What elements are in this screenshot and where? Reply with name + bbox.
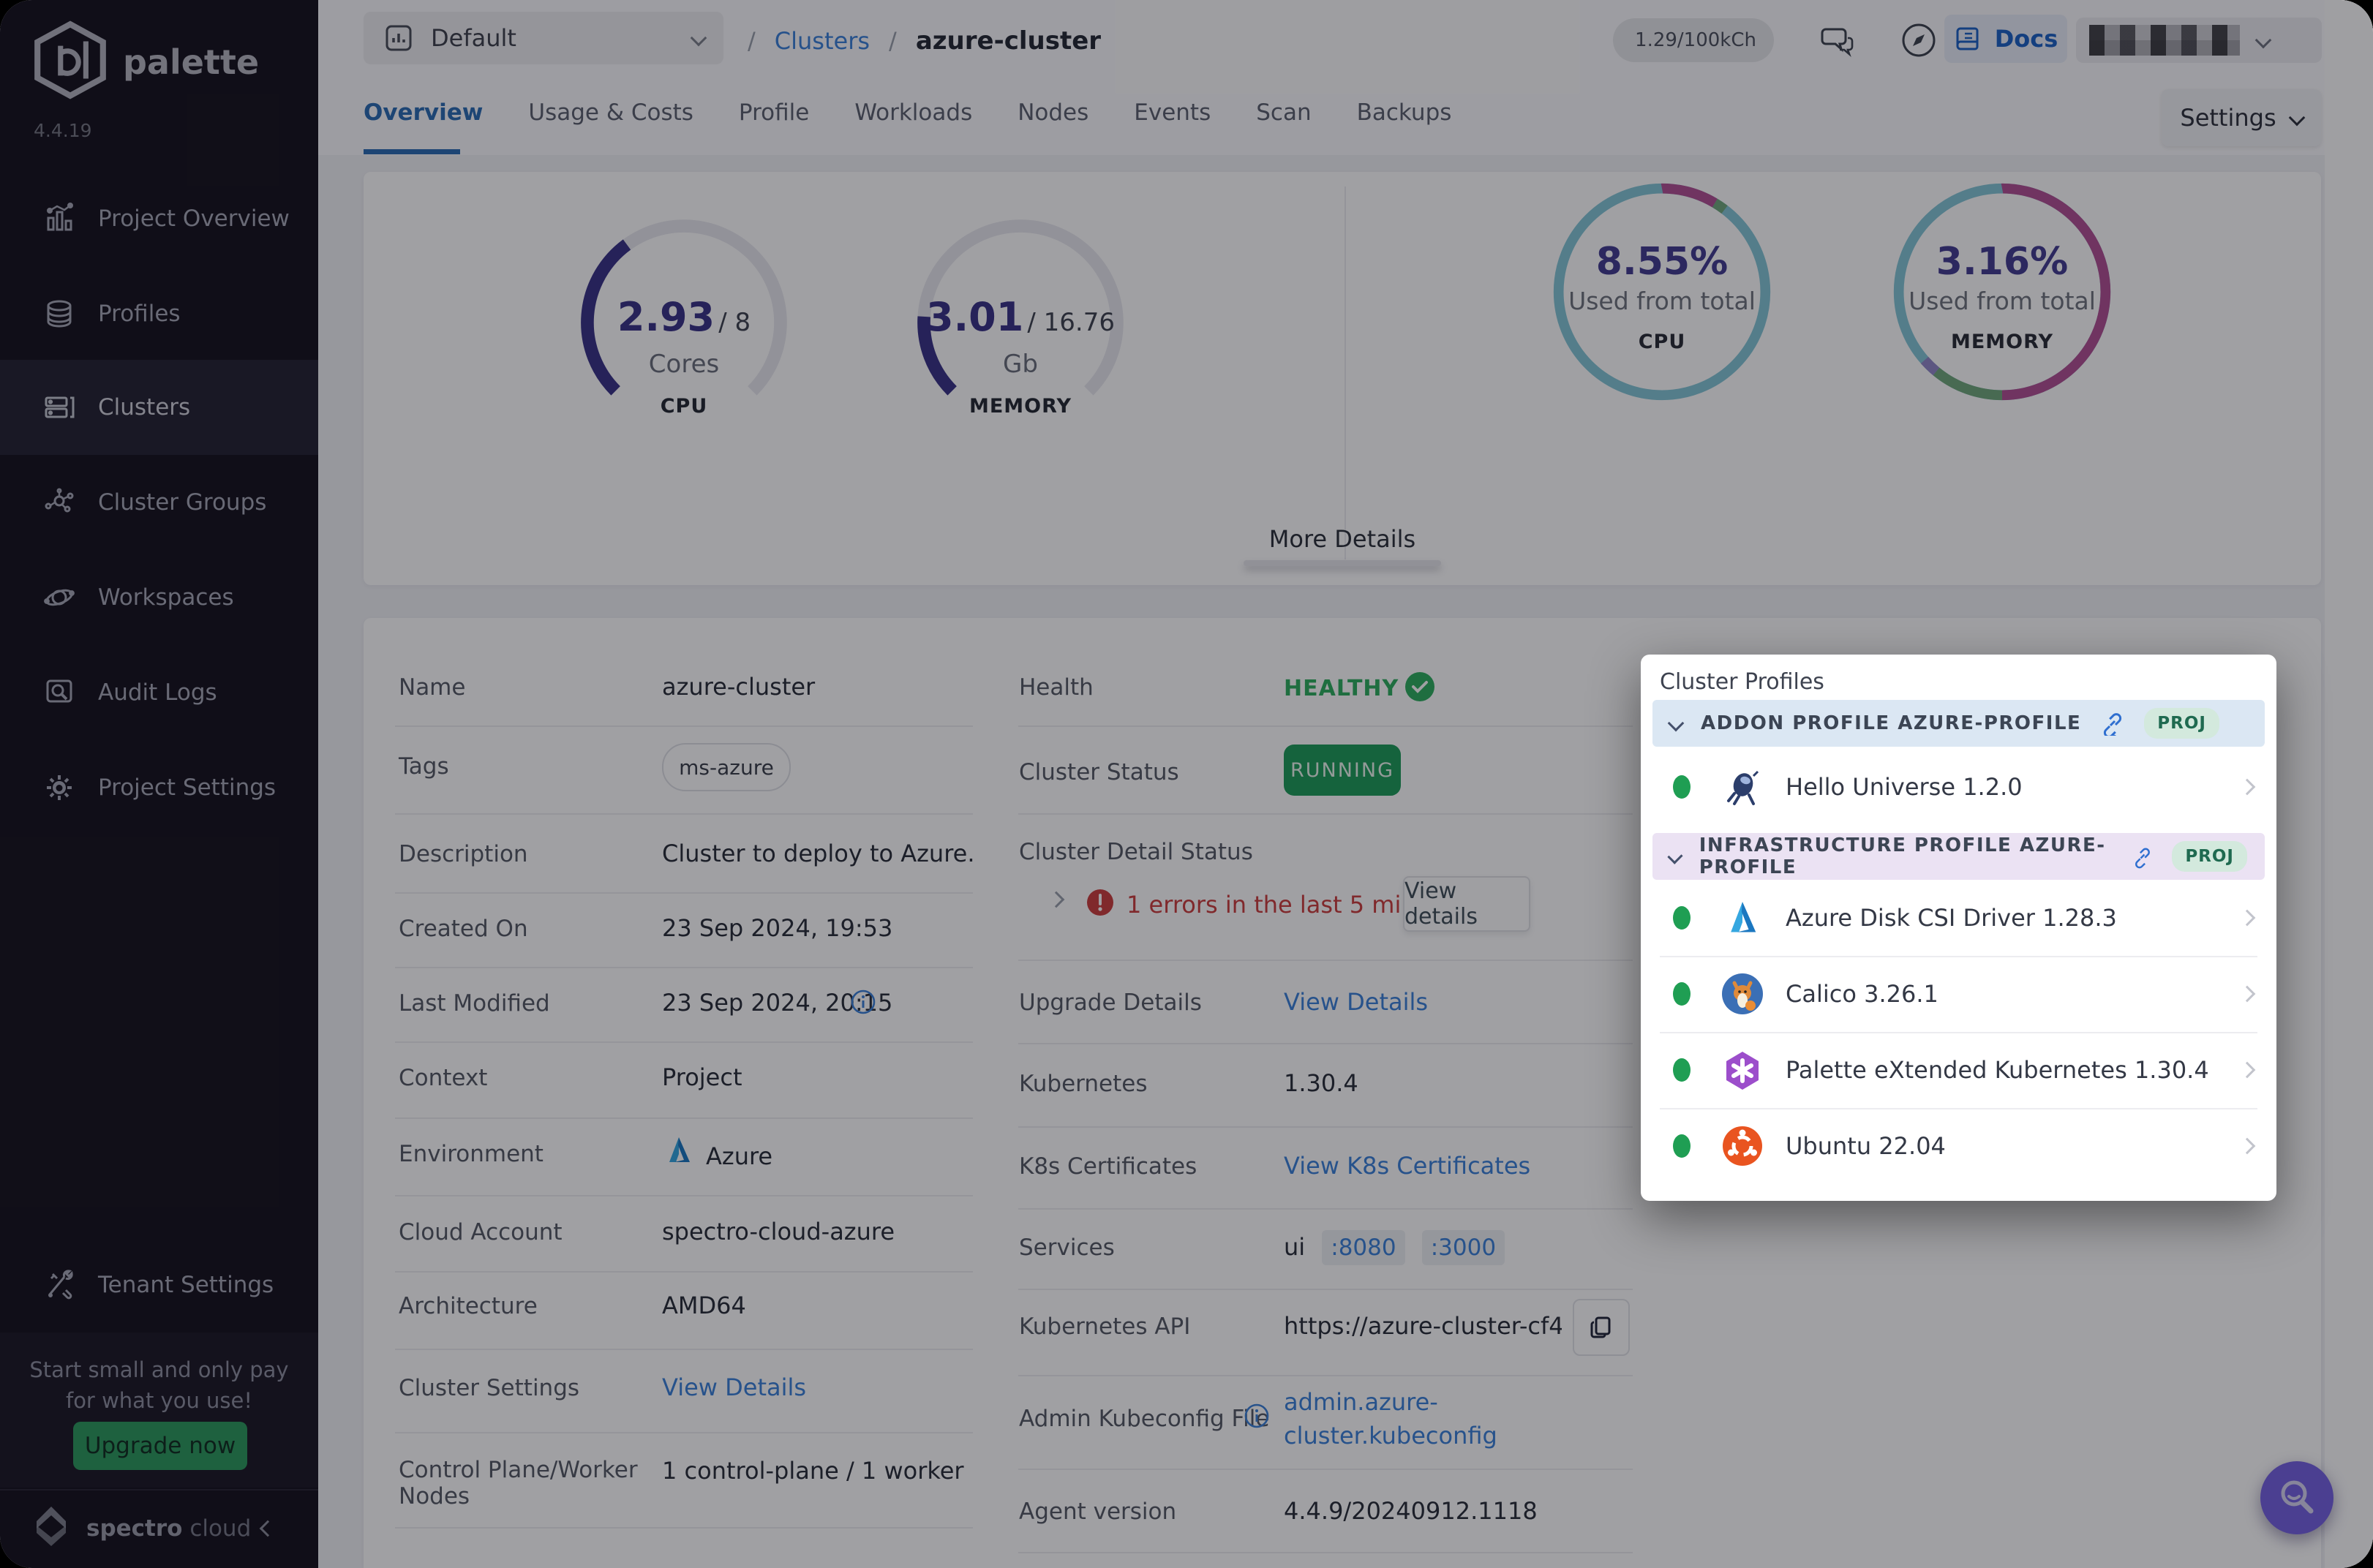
chevron-right-icon (2239, 1138, 2256, 1155)
infrastructure-profile-section-header[interactable]: INFRASTRUCTURE PROFILE AZURE-PROFILE PRO… (1652, 833, 2265, 880)
calico-icon (1720, 971, 1765, 1017)
chevron-right-icon (2239, 986, 2256, 1003)
profile-row-calico[interactable]: Calico 3.26.1 (1652, 956, 2265, 1032)
azure-icon (1720, 895, 1765, 941)
chevron-down-icon (1667, 849, 1682, 864)
ubuntu-icon (1720, 1123, 1765, 1169)
panel-title: Cluster Profiles (1660, 669, 1824, 695)
chevron-down-icon (1668, 715, 1685, 732)
profile-name: Ubuntu 22.04 (1786, 1132, 2241, 1160)
profile-row-pxk[interactable]: Palette eXtended Kubernetes 1.30.4 (1652, 1032, 2265, 1108)
profile-name: Azure Disk CSI Driver 1.28.3 (1786, 904, 2241, 932)
section-title: INFRASTRUCTURE PROFILE AZURE-PROFILE (1699, 834, 2114, 878)
profile-name: Calico 3.26.1 (1786, 980, 2241, 1008)
status-dot (1673, 982, 1691, 1006)
profile-row-azure-csi[interactable]: Azure Disk CSI Driver 1.28.3 (1652, 880, 2265, 956)
cluster-profiles-panel: Cluster Profiles ADDON PROFILE AZURE-PRO… (1641, 655, 2276, 1201)
chevron-right-icon (2239, 1062, 2256, 1079)
profile-name: Hello Universe 1.2.0 (1786, 773, 2241, 801)
status-dot (1673, 1058, 1691, 1082)
scope-badge: PROJ (2144, 708, 2219, 739)
profile-row-hello-universe[interactable]: Hello Universe 1.2.0 (1652, 747, 2265, 827)
section-title: ADDON PROFILE AZURE-PROFILE (1701, 712, 2081, 734)
link-icon[interactable] (2100, 711, 2125, 736)
profile-name: Palette eXtended Kubernetes 1.30.4 (1786, 1056, 2241, 1084)
status-dot (1673, 906, 1691, 930)
chevron-right-icon (2239, 779, 2256, 796)
scope-badge: PROJ (2172, 841, 2247, 872)
app-window: palette 4.4.19 Project Overview Profiles… (0, 0, 2373, 1568)
status-dot (1673, 1134, 1691, 1158)
addon-profile-section-header[interactable]: ADDON PROFILE AZURE-PROFILE PROJ (1652, 700, 2265, 747)
hello-universe-icon (1720, 764, 1765, 810)
chevron-right-icon (2239, 910, 2256, 927)
link-icon[interactable] (2132, 844, 2153, 869)
status-dot (1673, 775, 1691, 799)
profile-row-ubuntu[interactable]: Ubuntu 22.04 (1652, 1108, 2265, 1184)
pxk-icon (1720, 1047, 1765, 1093)
